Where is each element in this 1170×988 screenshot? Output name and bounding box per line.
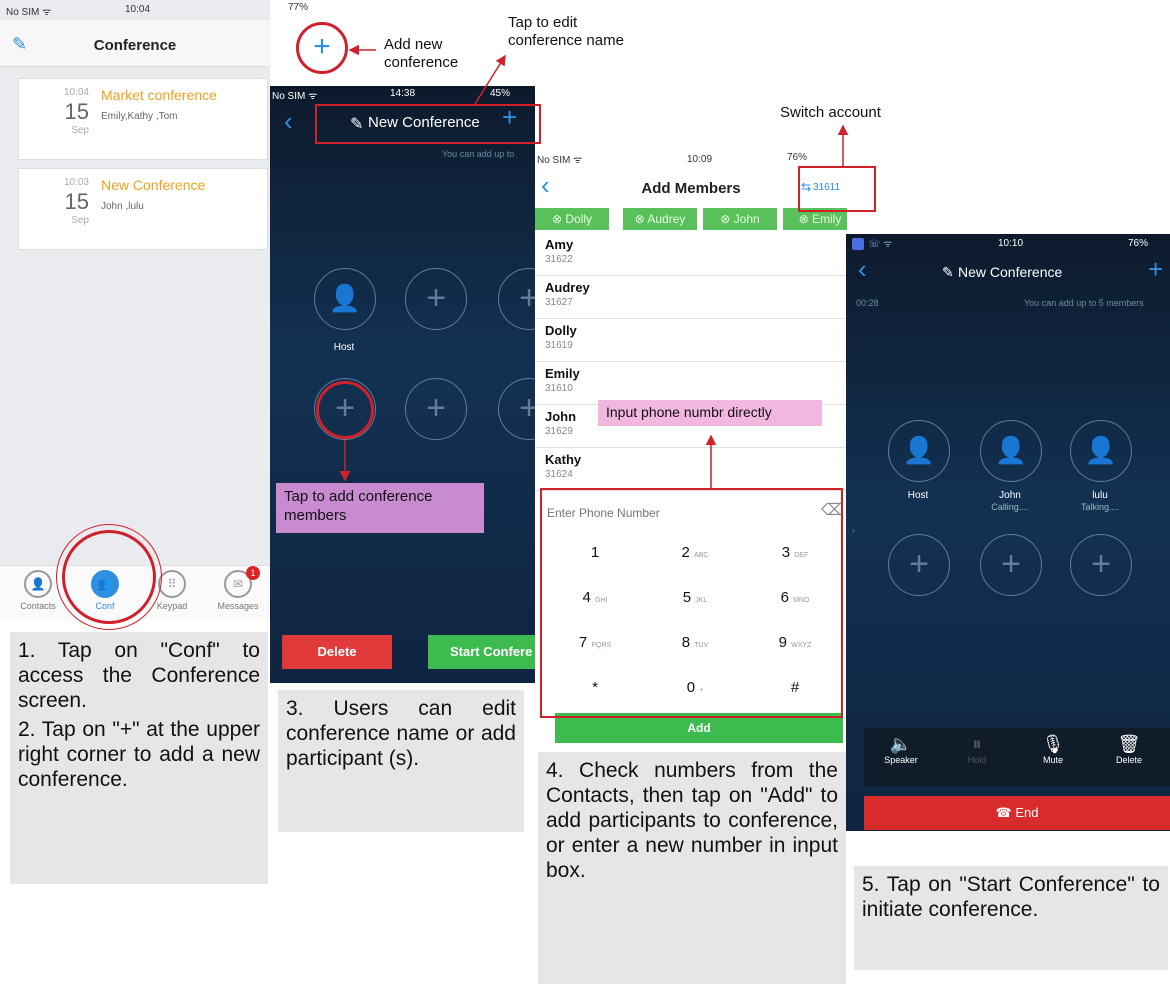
annotation-switch-account: Switch account: [780, 104, 881, 121]
annotation-input-phone: Input phone numbr directly: [598, 400, 822, 426]
annotation-tap-add-members: Tap to add conference members: [276, 483, 484, 533]
annotation-tap-edit: Tap to edit conference name: [508, 14, 624, 49]
annotation-arrows: [339, 44, 849, 488]
annotation-add-new: Add new conference: [384, 36, 459, 71]
